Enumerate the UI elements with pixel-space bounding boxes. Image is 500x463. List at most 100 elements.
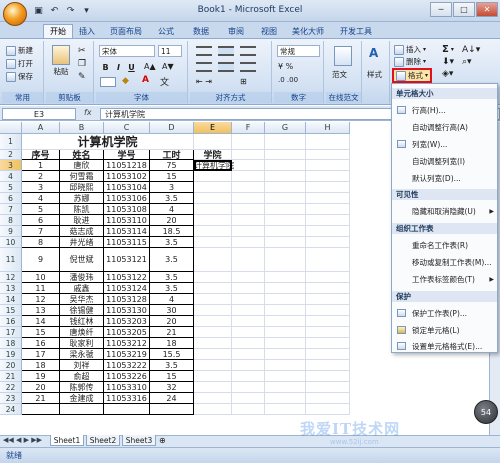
column-header-c[interactable]: C — [104, 122, 150, 134]
table-cell[interactable]: 30 — [150, 305, 194, 316]
align-middle-icon[interactable] — [218, 46, 234, 56]
table-cell[interactable] — [265, 226, 306, 237]
table-cell[interactable] — [306, 360, 350, 371]
redo-icon[interactable]: ↷ — [64, 4, 77, 17]
new-button[interactable]: 新建 — [6, 45, 33, 56]
table-cell[interactable]: 陈郭传 — [60, 382, 104, 393]
indent-icon[interactable]: ⇤ ⇥ — [196, 77, 212, 86]
table-cell[interactable] — [306, 404, 350, 415]
table-cell[interactable] — [194, 171, 232, 182]
table-cell[interactable]: 3.5 — [150, 360, 194, 371]
table-cell[interactable] — [265, 404, 306, 415]
row-header[interactable]: 17 — [0, 327, 22, 338]
table-cell[interactable] — [232, 393, 265, 404]
table-cell[interactable]: 18 — [22, 360, 60, 371]
minimize-button[interactable]: ─ — [430, 2, 452, 17]
table-cell[interactable]: 潘俊玮 — [60, 272, 104, 283]
table-cell[interactable]: 4 — [22, 193, 60, 204]
table-cell[interactable]: 4 — [150, 294, 194, 305]
table-cell[interactable] — [232, 349, 265, 360]
table-cell[interactable] — [232, 204, 265, 215]
tab-formulas[interactable]: 公式 — [155, 24, 177, 38]
table-cell[interactable] — [306, 283, 350, 294]
row-header[interactable]: 20 — [0, 360, 22, 371]
table-cell[interactable]: 工时 — [150, 150, 194, 160]
copy-icon[interactable]: ❐ — [78, 59, 88, 69]
table-cell[interactable]: 15 — [22, 327, 60, 338]
table-cell[interactable]: 8 — [22, 237, 60, 248]
table-cell[interactable]: 3.5 — [150, 193, 194, 204]
table-cell[interactable] — [306, 305, 350, 316]
table-cell[interactable] — [265, 382, 306, 393]
italic-button[interactable]: I — [113, 62, 124, 73]
merge-center-icon[interactable]: ⊞ — [240, 77, 247, 86]
paste-button[interactable]: 粘贴 — [52, 45, 70, 77]
table-cell[interactable] — [306, 316, 350, 327]
table-cell[interactable]: 邱晓熙 — [60, 182, 104, 193]
table-cell[interactable] — [306, 182, 350, 193]
menu-rename-sheet[interactable]: 重命名工作表(R) — [392, 239, 497, 251]
align-right-icon[interactable] — [240, 62, 256, 72]
table-cell[interactable]: 序号 — [22, 150, 60, 160]
menu-hide-unhide[interactable]: 隐藏和取消隐藏(U) ▶ — [392, 205, 497, 217]
font-color-icon[interactable]: A — [142, 75, 149, 85]
table-cell[interactable]: 姓名 — [60, 150, 104, 160]
table-cell[interactable]: 11053104 — [104, 182, 150, 193]
table-cell[interactable]: 11053316 — [104, 393, 150, 404]
table-cell[interactable] — [104, 404, 150, 415]
table-cell[interactable] — [194, 215, 232, 226]
column-header-e[interactable]: E — [194, 122, 232, 134]
table-cell[interactable] — [306, 171, 350, 182]
table-cell[interactable]: 18 — [150, 338, 194, 349]
table-cell[interactable] — [306, 371, 350, 382]
table-cell[interactable] — [306, 382, 350, 393]
table-cell[interactable] — [232, 150, 265, 160]
table-cell[interactable] — [194, 349, 232, 360]
table-cell[interactable] — [265, 272, 306, 283]
table-cell[interactable]: 11053124 — [104, 283, 150, 294]
menu-autofit-column[interactable]: 自动调整列宽(I) — [392, 155, 497, 167]
table-cell[interactable] — [265, 305, 306, 316]
table-cell[interactable] — [265, 316, 306, 327]
table-cell[interactable]: 15 — [150, 171, 194, 182]
table-cell[interactable]: 19 — [22, 371, 60, 382]
table-cell[interactable] — [194, 134, 232, 150]
column-header-h[interactable]: H — [306, 122, 350, 134]
table-cell[interactable] — [232, 327, 265, 338]
table-cell[interactable] — [306, 193, 350, 204]
table-cell[interactable] — [265, 338, 306, 349]
table-cell[interactable] — [265, 182, 306, 193]
menu-lock-cell[interactable]: 锁定单元格(L) — [392, 324, 497, 336]
open-button[interactable]: 打开 — [6, 58, 33, 69]
table-cell[interactable] — [232, 404, 265, 415]
row-header[interactable]: 6 — [0, 193, 22, 204]
row-header[interactable]: 8 — [0, 215, 22, 226]
row-header[interactable]: 22 — [0, 382, 22, 393]
row-header[interactable]: 14 — [0, 294, 22, 305]
table-cell[interactable] — [232, 360, 265, 371]
table-cell[interactable]: 徐锡健 — [60, 305, 104, 316]
table-cell[interactable] — [232, 316, 265, 327]
row-header[interactable]: 23 — [0, 393, 22, 404]
align-top-icon[interactable] — [196, 46, 212, 56]
underline-button[interactable]: U — [126, 62, 137, 73]
name-box[interactable]: E3 — [2, 108, 76, 120]
insert-sheet-icon[interactable]: ⊕ — [159, 436, 166, 445]
cut-icon[interactable]: ✂ — [78, 46, 88, 56]
menu-autofit-row[interactable]: 自动调整行高(A) — [392, 121, 497, 133]
table-cell[interactable]: 20 — [150, 215, 194, 226]
table-cell[interactable] — [194, 338, 232, 349]
font-shrink-icon[interactable]: A▼ — [162, 62, 174, 71]
table-cell[interactable]: 11053219 — [104, 349, 150, 360]
table-cell[interactable]: 唐焕纤 — [60, 327, 104, 338]
table-cell[interactable] — [232, 237, 265, 248]
sort-filter-icon[interactable]: A↓▾ — [462, 45, 480, 55]
table-cell[interactable] — [194, 305, 232, 316]
table-cell[interactable] — [306, 204, 350, 215]
menu-tab-color[interactable]: 工作表标签颜色(T) ▶ — [392, 273, 497, 285]
table-cell[interactable]: 9 — [22, 248, 60, 272]
table-cell[interactable] — [232, 338, 265, 349]
table-cell[interactable]: 3.5 — [150, 237, 194, 248]
menu-format-cells[interactable]: 设置单元格格式(E)... — [392, 340, 497, 352]
menu-default-width[interactable]: 默认列宽(D)... — [392, 172, 497, 184]
